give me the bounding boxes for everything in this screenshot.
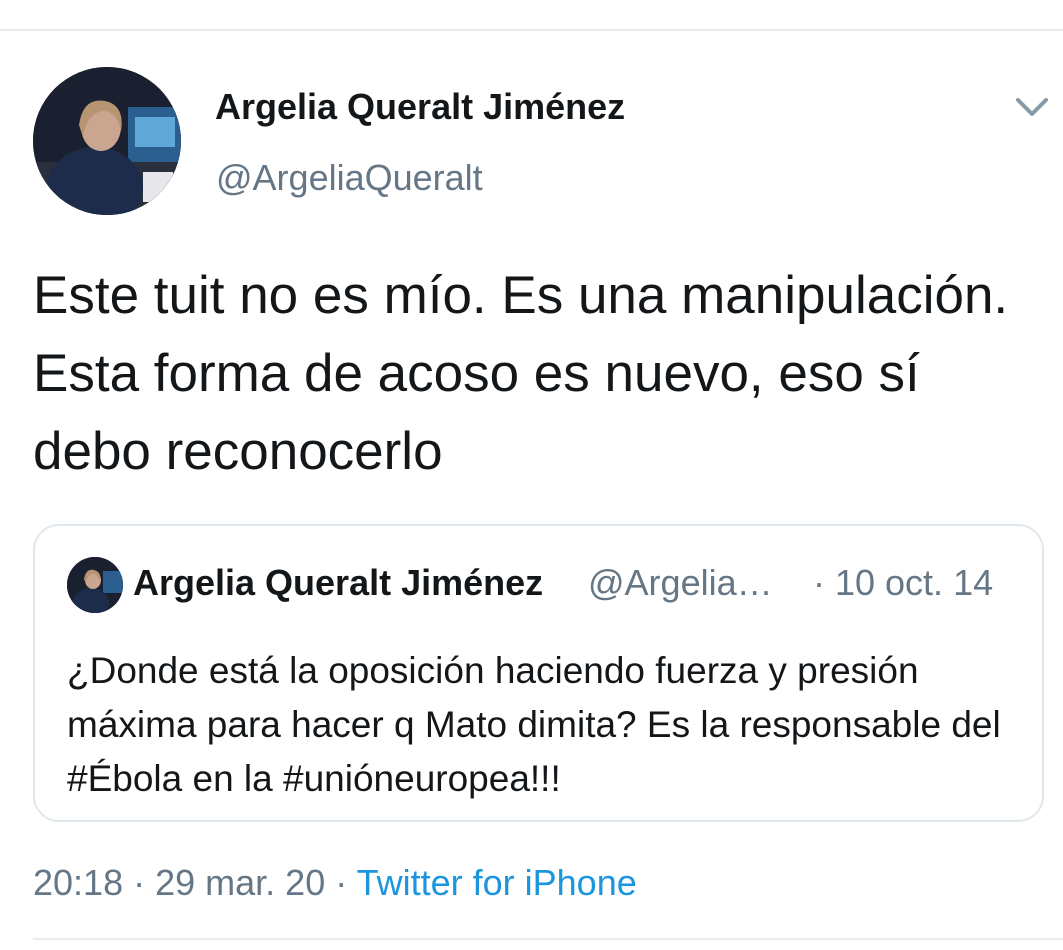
quoted-tweet-text: ¿Donde está la oposición haciendo fuerza…	[67, 650, 1001, 799]
author-display-name[interactable]: Argelia Queralt Jiménez	[215, 86, 625, 128]
top-divider	[0, 29, 1063, 31]
meta-separator: ·	[133, 862, 146, 903]
avatar-photo	[33, 67, 181, 215]
quoted-author-display-name: Argelia Queralt Jiménez	[133, 562, 544, 603]
quoted-tweet-card[interactable]: Argelia Queralt Jiménez @Argelia… · 10 o…	[33, 524, 1044, 822]
quoted-avatar-photo	[67, 557, 123, 613]
chevron-down-icon[interactable]	[1008, 90, 1056, 126]
tweet-source-link[interactable]: Twitter for iPhone	[357, 862, 637, 903]
tweet-metadata: 20:18 · 29 mar. 20 · Twitter for iPhone	[33, 862, 637, 904]
quoted-tweet-date: · 10 oct. 14	[813, 562, 994, 603]
quoted-author-handle: @Argelia…	[588, 562, 773, 603]
meta-separator: ·	[335, 862, 348, 903]
quoted-author-avatar	[67, 557, 123, 613]
author-handle[interactable]: @ArgeliaQueralt	[216, 157, 483, 199]
bottom-divider	[33, 938, 1063, 940]
tweet-time[interactable]: 20:18	[33, 862, 123, 903]
tweet-text: Este tuit no es mío. Es una manipulación…	[33, 266, 1009, 481]
tweet-date[interactable]: 29 mar. 20	[155, 862, 325, 903]
author-avatar[interactable]	[33, 67, 181, 215]
